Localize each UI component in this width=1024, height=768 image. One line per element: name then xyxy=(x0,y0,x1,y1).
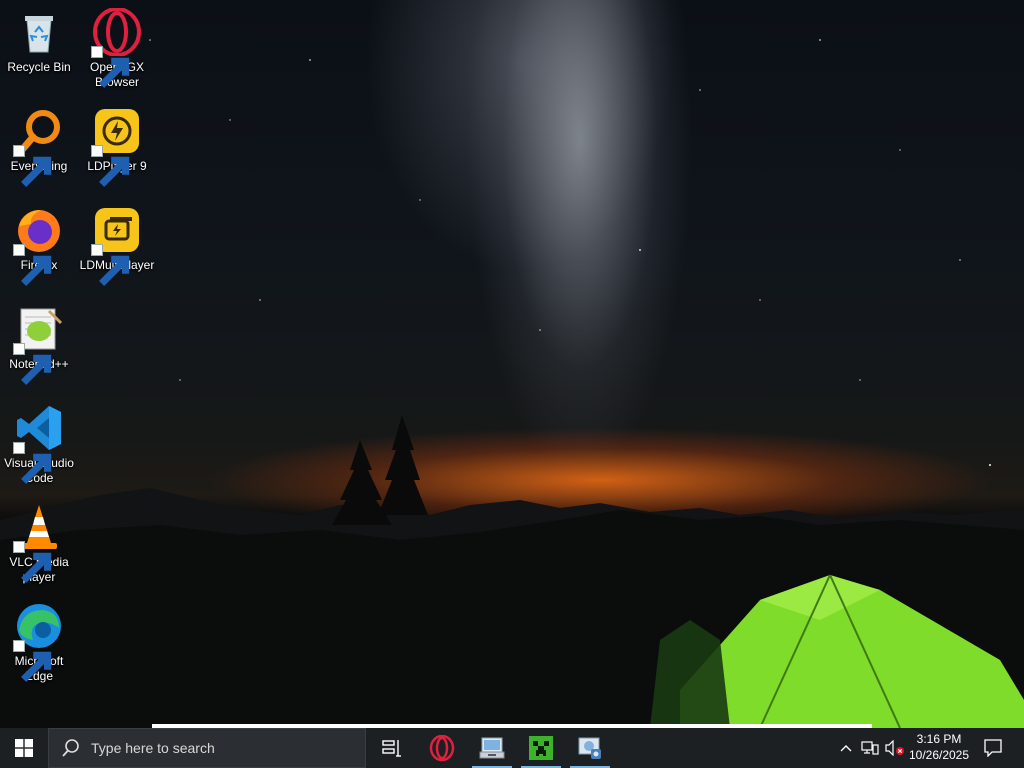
taskbar-app-opera-gx[interactable] xyxy=(418,728,466,768)
ldplayer-icon xyxy=(91,107,141,187)
edge-icon xyxy=(13,602,63,682)
task-view-button[interactable] xyxy=(368,728,416,768)
ldmultiplayer-icon xyxy=(91,206,141,286)
desktop[interactable]: Recycle Bin Opera GX Browser Everything … xyxy=(0,0,1024,728)
shortcut-arrow-icon xyxy=(13,343,52,385)
action-center-button[interactable] xyxy=(978,728,1008,768)
clock-date: 10/26/2025 xyxy=(908,748,970,762)
shortcut-arrow-icon xyxy=(13,640,52,682)
shortcut-arrow-icon xyxy=(13,145,52,187)
vlc-icon xyxy=(13,503,63,583)
desktop-icon-edge[interactable]: Microsoft Edge xyxy=(1,596,77,688)
desktop-icon-ldmultiplayer[interactable]: LDMultiPlayer xyxy=(79,200,155,292)
desktop-icon-everything[interactable]: Everything xyxy=(1,101,77,193)
desktop-icon-vscode[interactable]: Visual Studio Code xyxy=(1,398,77,490)
opera-gx-icon xyxy=(429,735,455,761)
network-status[interactable] xyxy=(858,728,882,768)
search-icon xyxy=(62,739,79,757)
desktop-icon-opera-gx[interactable]: Opera GX Browser xyxy=(79,2,155,94)
chevron-up-icon xyxy=(840,745,852,752)
shortcut-arrow-icon xyxy=(13,442,52,484)
control-panel-icon xyxy=(578,737,601,759)
opera-gx-icon xyxy=(91,8,141,88)
desktop-icon-firefox[interactable]: Firefox xyxy=(1,200,77,292)
shortcut-arrow-icon xyxy=(13,244,52,286)
shortcut-arrow-icon xyxy=(91,46,130,88)
desktop-icon-label: Recycle Bin xyxy=(7,60,71,74)
file-manager-icon xyxy=(479,737,505,759)
show-hidden-icons-button[interactable] xyxy=(836,728,856,768)
start-button[interactable] xyxy=(0,728,48,768)
windows-logo-icon xyxy=(15,739,33,757)
network-icon xyxy=(861,741,879,755)
desktop-icon-ldplayer[interactable]: LDPlayer 9 xyxy=(79,101,155,193)
desktop-icon-notepad-plus-plus[interactable]: Notepad++ xyxy=(1,299,77,391)
task-view-icon xyxy=(382,740,401,757)
vscode-icon xyxy=(13,404,63,484)
desktop-icon-vlc[interactable]: VLC media player xyxy=(1,497,77,589)
firefox-icon xyxy=(13,206,63,286)
taskbar: 3:16 PM 10/26/2025 xyxy=(0,728,1024,768)
taskbar-app-minecraft[interactable] xyxy=(517,728,565,768)
clock-time: 3:16 PM xyxy=(916,732,962,746)
shortcut-arrow-icon xyxy=(13,541,52,583)
shortcut-arrow-icon xyxy=(91,145,130,187)
notification-icon xyxy=(984,739,1002,757)
notepad-plus-plus-icon xyxy=(13,305,63,385)
shortcut-arrow-icon xyxy=(91,244,130,286)
taskbar-app-control-panel[interactable] xyxy=(566,728,614,768)
everything-search-icon xyxy=(13,107,63,187)
desktop-icon-recycle-bin[interactable]: Recycle Bin xyxy=(1,2,77,94)
recycle-bin-icon xyxy=(15,8,63,56)
minecraft-creeper-icon xyxy=(529,736,553,760)
taskbar-app-file-manager[interactable] xyxy=(468,728,516,768)
search-input[interactable] xyxy=(89,739,343,757)
clock[interactable]: 3:16 PM 10/26/2025 xyxy=(902,731,976,765)
search-box[interactable] xyxy=(48,728,366,768)
